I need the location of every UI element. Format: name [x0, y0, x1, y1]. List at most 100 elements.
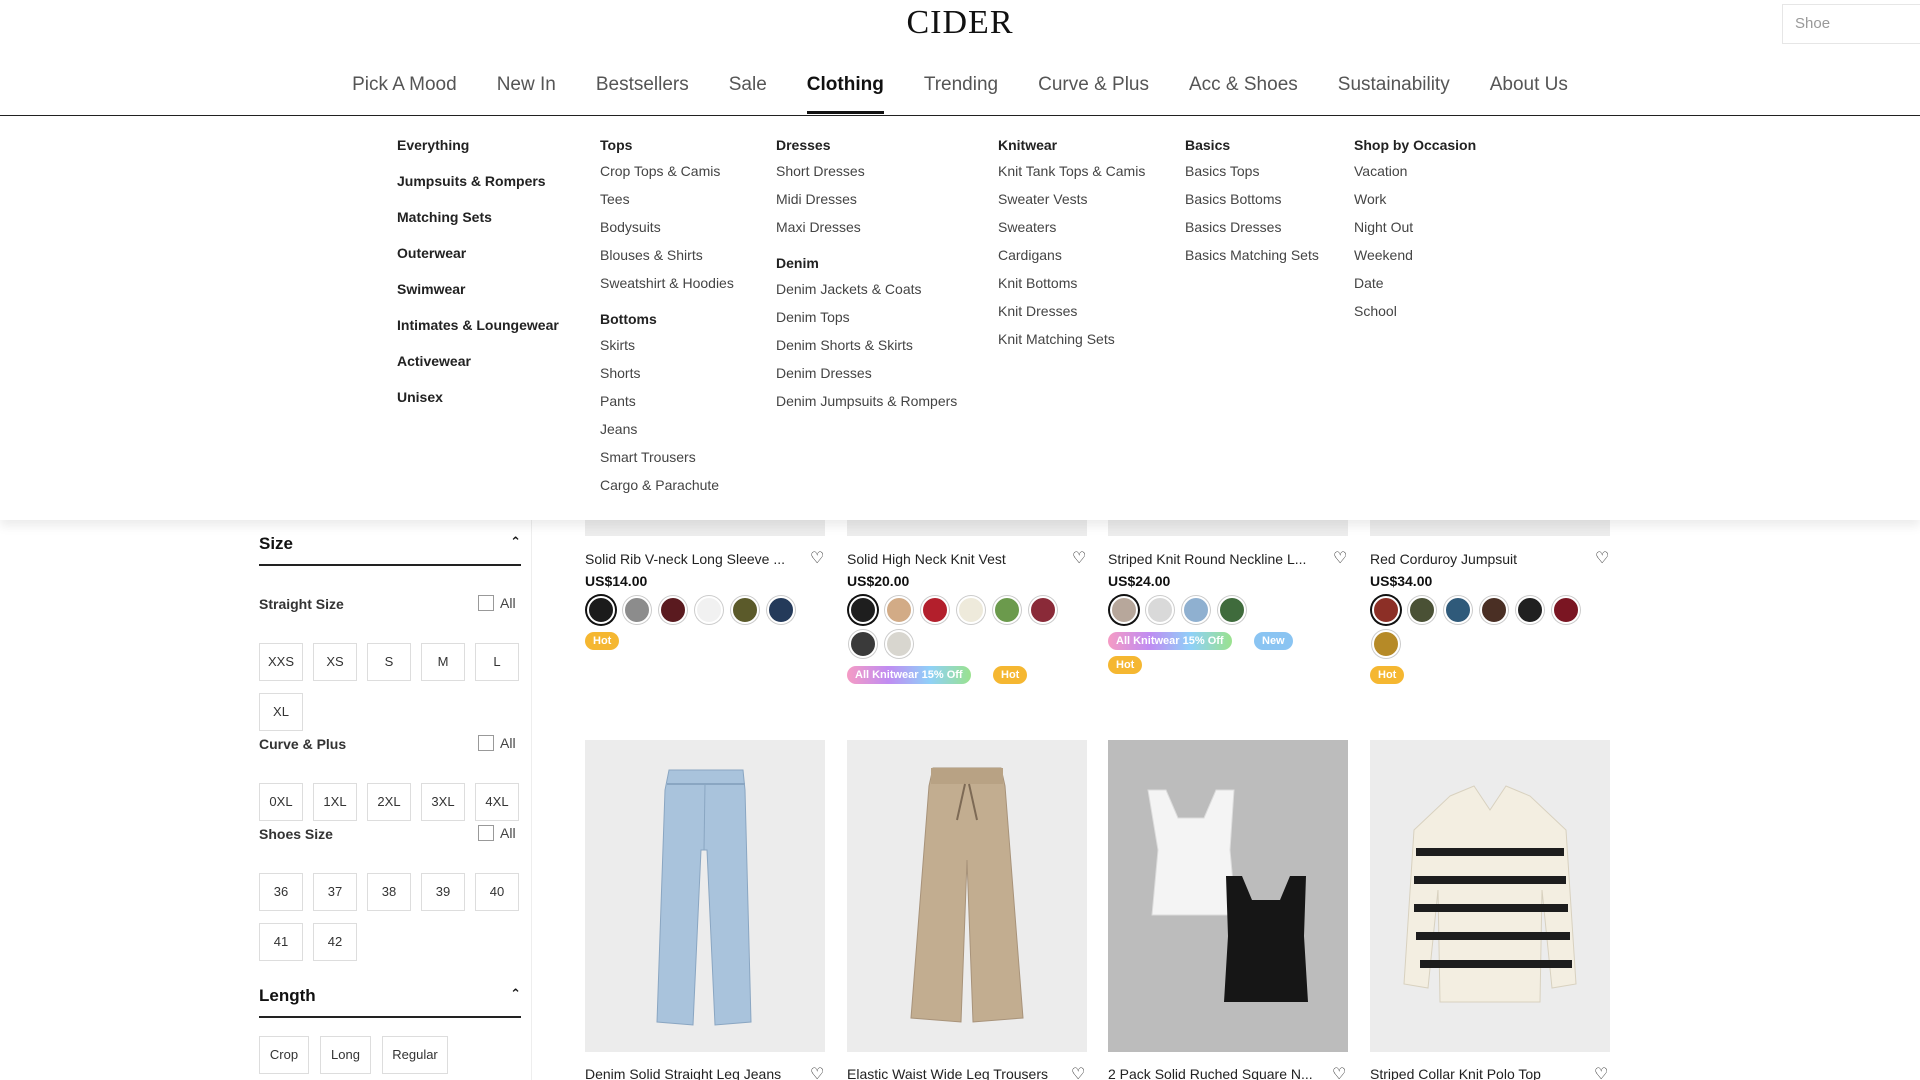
heart-icon[interactable]: ♡: [1594, 1064, 1608, 1080]
mega-link-swimwear[interactable]: Swimwear: [397, 281, 559, 317]
product-title[interactable]: Striped Knit Round Neckline L...: [1108, 551, 1328, 567]
product-image[interactable]: [847, 520, 1087, 536]
color-swatch[interactable]: [957, 596, 985, 624]
mega-link[interactable]: Cargo & Parachute: [600, 477, 734, 505]
mega-link[interactable]: Cardigans: [998, 247, 1145, 275]
checkbox[interactable]: [478, 735, 494, 751]
length-chip[interactable]: Crop: [259, 1036, 309, 1074]
color-swatch[interactable]: [767, 596, 795, 624]
nav-sustainability[interactable]: Sustainability: [1318, 70, 1470, 114]
color-swatch[interactable]: [1110, 596, 1138, 624]
mega-link[interactable]: Knit Tank Tops & Camis: [998, 163, 1145, 191]
heart-icon[interactable]: ♡: [1332, 1064, 1346, 1080]
color-swatch[interactable]: [993, 596, 1021, 624]
mega-link[interactable]: Denim Shorts & Skirts: [776, 337, 957, 365]
size-chip[interactable]: 0XL: [259, 783, 303, 821]
mega-link[interactable]: Basics Dresses: [1185, 219, 1319, 247]
color-swatch[interactable]: [1480, 596, 1508, 624]
color-swatch[interactable]: [885, 630, 913, 658]
heart-icon[interactable]: ♡: [1071, 1064, 1085, 1080]
mega-link[interactable]: Date: [1354, 275, 1476, 303]
mega-link[interactable]: Knit Dresses: [998, 303, 1145, 331]
color-swatch[interactable]: [921, 596, 949, 624]
heart-icon[interactable]: ♡: [810, 1064, 824, 1080]
product-title[interactable]: 2 Pack Solid Ruched Square N...: [1108, 1066, 1328, 1080]
mega-link[interactable]: Smart Trousers: [600, 449, 734, 477]
mega-link[interactable]: Denim Jackets & Coats: [776, 281, 957, 309]
product-title[interactable]: Striped Collar Knit Polo Top: [1370, 1066, 1590, 1080]
color-swatch[interactable]: [1408, 596, 1436, 624]
color-swatch[interactable]: [587, 596, 615, 624]
mega-heading-bottoms[interactable]: Bottoms: [600, 311, 734, 327]
mega-heading-dresses[interactable]: Dresses: [776, 137, 957, 153]
mega-link[interactable]: Bodysuits: [600, 219, 734, 247]
size-chip[interactable]: 2XL: [367, 783, 411, 821]
nav-new-in[interactable]: New In: [477, 70, 576, 114]
nav-trending[interactable]: Trending: [904, 70, 1018, 114]
product-image[interactable]: [1108, 520, 1348, 536]
shoes-size-all[interactable]: All: [478, 825, 516, 841]
length-filter-header[interactable]: Length ⌃: [259, 986, 521, 1018]
mega-link[interactable]: Denim Jumpsuits & Rompers: [776, 393, 957, 421]
length-chip[interactable]: Regular: [382, 1036, 448, 1074]
nav-sale[interactable]: Sale: [709, 70, 787, 114]
color-swatch[interactable]: [849, 630, 877, 658]
mega-link[interactable]: Knit Bottoms: [998, 275, 1145, 303]
mega-link[interactable]: Work: [1354, 191, 1476, 219]
color-swatch[interactable]: [731, 596, 759, 624]
straight-size-all[interactable]: All: [478, 595, 516, 611]
size-chip[interactable]: 39: [421, 873, 465, 911]
color-swatch[interactable]: [695, 596, 723, 624]
mega-link-everything[interactable]: Everything: [397, 137, 559, 173]
mega-link[interactable]: Knit Matching Sets: [998, 331, 1145, 359]
size-chip[interactable]: 37: [313, 873, 357, 911]
size-chip[interactable]: XXS: [259, 643, 303, 681]
mega-link[interactable]: Denim Tops: [776, 309, 957, 337]
chevron-up-icon[interactable]: ⌃: [510, 534, 521, 550]
size-chip[interactable]: 4XL: [475, 783, 519, 821]
mega-heading-basics[interactable]: Basics: [1185, 137, 1319, 153]
size-chip[interactable]: 3XL: [421, 783, 465, 821]
mega-link[interactable]: Midi Dresses: [776, 191, 957, 219]
product-title[interactable]: Denim Solid Straight Leg Jeans: [585, 1066, 805, 1080]
heart-icon[interactable]: ♡: [1333, 548, 1347, 568]
color-swatch[interactable]: [623, 596, 651, 624]
size-chip[interactable]: XS: [313, 643, 357, 681]
product-title[interactable]: Solid High Neck Knit Vest: [847, 551, 1067, 567]
color-swatch[interactable]: [1444, 596, 1472, 624]
size-filter-header[interactable]: Size ⌃: [259, 534, 521, 566]
product-image-trousers[interactable]: [847, 740, 1087, 1052]
mega-link[interactable]: Crop Tops & Camis: [600, 163, 734, 191]
color-swatch[interactable]: [1552, 596, 1580, 624]
mega-link[interactable]: Sweatshirt & Hoodies: [600, 275, 734, 303]
mega-link[interactable]: Skirts: [600, 337, 734, 365]
mega-link-outerwear[interactable]: Outerwear: [397, 245, 559, 281]
mega-link[interactable]: Basics Bottoms: [1185, 191, 1319, 219]
checkbox[interactable]: [478, 595, 494, 611]
search-input[interactable]: Shoe: [1782, 4, 1920, 44]
size-chip[interactable]: 38: [367, 873, 411, 911]
mega-link[interactable]: Short Dresses: [776, 163, 957, 191]
size-chip[interactable]: XL: [259, 693, 303, 731]
mega-link[interactable]: Basics Tops: [1185, 163, 1319, 191]
mega-link[interactable]: School: [1354, 303, 1476, 331]
size-chip[interactable]: L: [475, 643, 519, 681]
color-swatch[interactable]: [1372, 630, 1400, 658]
heart-icon[interactable]: ♡: [1072, 548, 1086, 568]
product-title[interactable]: Elastic Waist Wide Leg Trousers: [847, 1066, 1067, 1080]
mega-link[interactable]: Denim Dresses: [776, 365, 957, 393]
mega-link[interactable]: Pants: [600, 393, 734, 421]
mega-link[interactable]: Shorts: [600, 365, 734, 393]
mega-link[interactable]: Weekend: [1354, 247, 1476, 275]
product-image[interactable]: [1370, 520, 1610, 536]
mega-heading-knitwear[interactable]: Knitwear: [998, 137, 1145, 153]
mega-heading-occasion[interactable]: Shop by Occasion: [1354, 137, 1476, 153]
color-swatch[interactable]: [659, 596, 687, 624]
mega-link[interactable]: Sweaters: [998, 219, 1145, 247]
size-chip[interactable]: 40: [475, 873, 519, 911]
nav-curve-plus[interactable]: Curve & Plus: [1018, 70, 1169, 114]
curve-size-all[interactable]: All: [478, 735, 516, 751]
nav-acc-shoes[interactable]: Acc & Shoes: [1169, 70, 1318, 114]
mega-link-matching-sets[interactable]: Matching Sets: [397, 209, 559, 245]
size-chip[interactable]: 42: [313, 923, 357, 961]
